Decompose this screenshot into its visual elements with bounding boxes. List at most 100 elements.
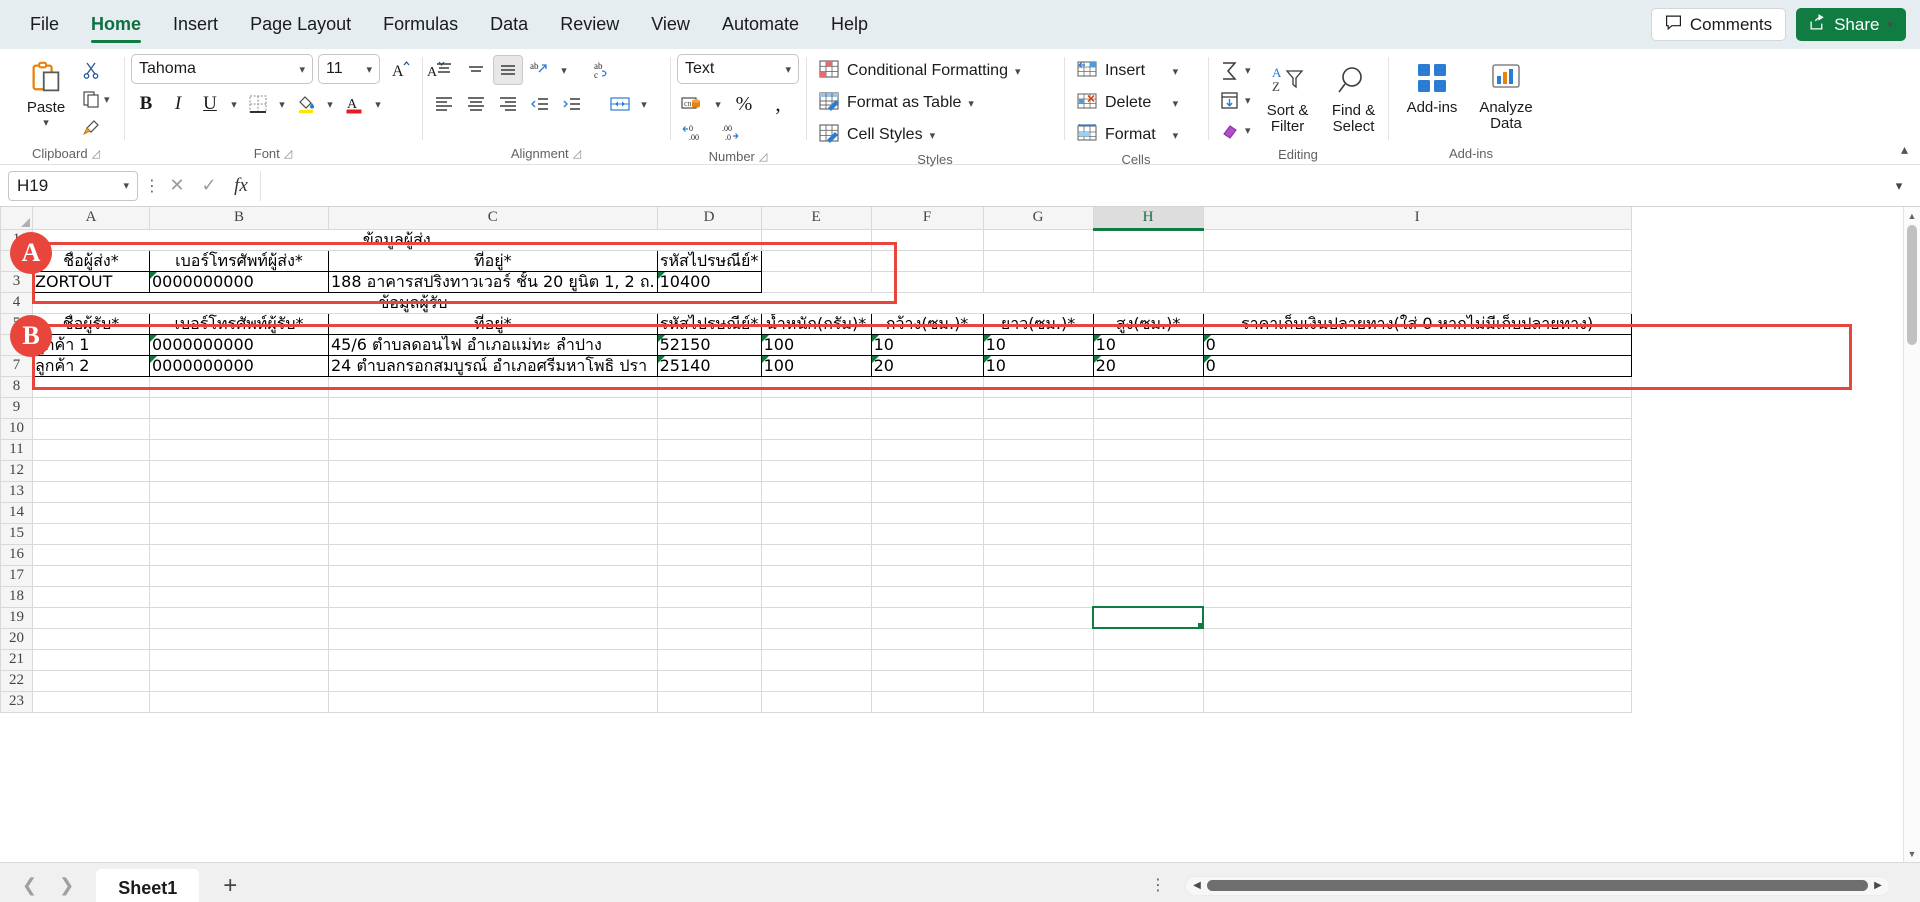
scroll-right-icon[interactable]: ▶	[1871, 880, 1885, 891]
tab-view[interactable]: View	[635, 0, 706, 49]
paste-button[interactable]: Paste	[15, 53, 77, 129]
cell-f12[interactable]	[871, 460, 984, 482]
cell-e1[interactable]	[761, 229, 872, 251]
cell-g15[interactable]	[983, 523, 1094, 545]
align-center-button[interactable]	[461, 89, 491, 119]
row-header-7[interactable]: 7	[0, 354, 33, 377]
merge-chevron-down-icon[interactable]	[637, 89, 651, 119]
cell-b10[interactable]	[149, 418, 329, 440]
row-header-9[interactable]: 9	[0, 396, 33, 419]
cell-g17[interactable]	[983, 565, 1094, 587]
cell-e23[interactable]	[761, 691, 872, 713]
row-header-8[interactable]: 8	[0, 375, 33, 398]
cell-h7[interactable]: 20	[1092, 354, 1204, 377]
cell-f2[interactable]	[871, 250, 984, 272]
cell-e8[interactable]	[761, 376, 872, 398]
insert-function-button[interactable]: fx	[228, 172, 254, 200]
cell-c21[interactable]	[328, 649, 658, 671]
cell-i21[interactable]	[1203, 649, 1632, 671]
cell-e3[interactable]	[761, 271, 872, 293]
sheet-options-icon[interactable]: ⋮	[1150, 877, 1166, 893]
cell-h3[interactable]	[1093, 271, 1204, 293]
cell-d20[interactable]	[657, 628, 762, 650]
cell-f23[interactable]	[871, 691, 984, 713]
cell-g2[interactable]	[983, 250, 1094, 272]
tab-home[interactable]: Home	[75, 0, 157, 49]
cell-a15[interactable]	[32, 523, 150, 545]
cell-f11[interactable]	[871, 439, 984, 461]
wrap-text-button[interactable]: ab c	[589, 55, 619, 85]
cell-a17[interactable]	[32, 565, 150, 587]
cell-g20[interactable]	[983, 628, 1094, 650]
cell-c8[interactable]	[328, 376, 658, 398]
cell-d14[interactable]	[657, 502, 762, 524]
cell-h14[interactable]	[1093, 502, 1204, 524]
cell-a14[interactable]	[32, 502, 150, 524]
cell-e14[interactable]	[761, 502, 872, 524]
enter-entry-button[interactable]: ✓	[196, 172, 222, 200]
cell-a23[interactable]	[32, 691, 150, 713]
cell-f20[interactable]	[871, 628, 984, 650]
cell-i2[interactable]	[1203, 250, 1632, 272]
cell-a13[interactable]	[32, 481, 150, 503]
comments-button[interactable]: Comments	[1650, 8, 1787, 41]
cell-e21[interactable]	[761, 649, 872, 671]
cell-d11[interactable]	[657, 439, 762, 461]
alignment-dialog-launcher-icon[interactable]: ◿	[573, 144, 581, 164]
cell-d13[interactable]	[657, 481, 762, 503]
cell-b13[interactable]	[149, 481, 329, 503]
cell-a19[interactable]	[32, 607, 150, 629]
cell-a20[interactable]	[32, 628, 150, 650]
find-and-select-button[interactable]: Find & Select	[1322, 56, 1386, 135]
cell-a11[interactable]	[32, 439, 150, 461]
cell-b12[interactable]	[149, 460, 329, 482]
previous-sheet-icon[interactable]: ❮	[22, 875, 37, 896]
cell-i9[interactable]	[1203, 397, 1632, 419]
cell-e19[interactable]	[761, 607, 872, 629]
cell-h10[interactable]	[1093, 418, 1204, 440]
cell-d5[interactable]: รหัสไปรษณีย์*	[656, 312, 762, 335]
font-color-button[interactable]: A	[339, 89, 369, 119]
autosum-chevron-down-icon[interactable]	[1245, 64, 1251, 77]
cell-c17[interactable]	[328, 565, 658, 587]
column-header-g[interactable]: G	[982, 207, 1094, 230]
cell-e7[interactable]: 100	[760, 354, 872, 377]
cell-f22[interactable]	[871, 670, 984, 692]
cell-g6[interactable]: 10	[982, 333, 1094, 356]
format-as-table-button[interactable]: Format as Table	[813, 88, 1026, 118]
cell-h19-active[interactable]	[1092, 606, 1205, 629]
row-header-3[interactable]: 3	[0, 270, 33, 293]
column-header-d[interactable]: D	[656, 207, 762, 230]
cell-a22[interactable]	[32, 670, 150, 692]
cell-a9[interactable]	[32, 397, 150, 419]
cell-h18[interactable]	[1093, 586, 1204, 608]
cell-styles-chevron-down-icon[interactable]	[930, 129, 936, 142]
cell-b22[interactable]	[149, 670, 329, 692]
row-header-18[interactable]: 18	[0, 585, 33, 608]
cell-d7[interactable]: 25140	[656, 354, 762, 377]
percent-style-button[interactable]: %	[729, 89, 759, 119]
addins-button[interactable]: Add-ins	[1395, 53, 1469, 116]
cell-i11[interactable]	[1203, 439, 1632, 461]
cell-f9[interactable]	[871, 397, 984, 419]
cell-e9[interactable]	[761, 397, 872, 419]
cell-c16[interactable]	[328, 544, 658, 566]
clear-chevron-down-icon[interactable]	[1245, 124, 1251, 137]
row-header-21[interactable]: 21	[0, 648, 33, 671]
tab-insert[interactable]: Insert	[157, 0, 234, 49]
row-header-17[interactable]: 17	[0, 564, 33, 587]
select-all-corner[interactable]	[0, 207, 33, 230]
italic-button[interactable]: I	[163, 89, 193, 119]
cell-d6[interactable]: 52150	[656, 333, 762, 356]
cell-e10[interactable]	[761, 418, 872, 440]
tab-formulas[interactable]: Formulas	[367, 0, 474, 49]
cell-e15[interactable]	[761, 523, 872, 545]
cell-f10[interactable]	[871, 418, 984, 440]
cell-g13[interactable]	[983, 481, 1094, 503]
increase-font-size-button[interactable]: A	[385, 54, 415, 84]
cell-b6[interactable]: 0000000000	[149, 333, 329, 356]
cell-h2[interactable]	[1093, 250, 1204, 272]
align-right-button[interactable]	[493, 89, 523, 119]
cell-d12[interactable]	[657, 460, 762, 482]
cell-e12[interactable]	[761, 460, 872, 482]
